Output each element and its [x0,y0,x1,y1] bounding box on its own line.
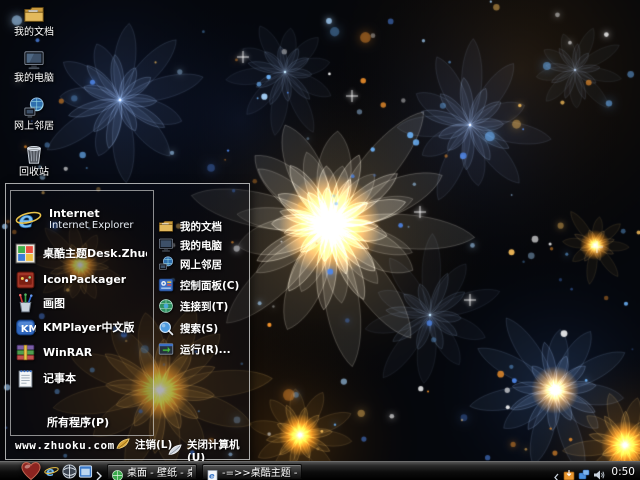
network-status-tray-icon[interactable] [578,466,590,478]
connect-to-icon [158,298,174,314]
my-documents-icon [158,218,174,234]
menu-item-my-computer[interactable]: 我的电脑 [158,236,248,254]
heart-start-icon [17,459,45,480]
menu-item-paint[interactable]: 画图 [15,291,147,315]
menu-item-zhuoku-theme[interactable]: 桌酷主题Desk.ZhuoKu.Com [15,241,147,265]
shut-down-leaf-icon [168,443,183,458]
volume-tray-icon[interactable] [593,466,605,478]
menu-item-control-panel[interactable]: 控制面板(C) [158,276,248,294]
log-off-label: 注销(L) [135,437,172,452]
recycle-bin-icon [23,143,45,165]
task-button-label: -=>>桌酷主题 - Mi... [222,464,297,479]
my-computer-icon [158,237,174,253]
desktop-icon-my-documents[interactable]: 我的文档 [2,3,66,38]
menu-item-internet-explorer[interactable]: e Internet Internet Explorer [15,203,147,235]
quick-launch-globe-icon[interactable] [62,464,77,479]
system-tray: 0:50 [549,462,640,480]
start-menu: e Internet Internet Explorer 桌酷主题Desk.Zh… [5,183,250,460]
shut-down-button[interactable]: 关闭计算机(U) [168,437,249,464]
desktop-icon-label: 我的电脑 [14,73,54,84]
menu-item-label: 控制面板(C) [180,278,239,293]
start-menu-programs-panel: e Internet Internet Explorer 桌酷主题Desk.Zh… [10,190,154,436]
menu-item-notepad[interactable]: 记事本 [15,366,147,390]
quick-launch-internet-explorer[interactable]: e [44,464,59,479]
download-tray-icon[interactable] [563,466,575,478]
menu-item-label: 连接到(T) [180,299,228,314]
menu-item-my-documents[interactable]: 我的文档 [158,217,248,235]
green-globe-icon [112,466,123,477]
menu-item-label: 搜索(S) [180,321,218,336]
zhuoku-watermark: www.zhuoku.com [15,439,115,452]
menu-item-label: 运行(R)... [180,342,231,357]
network-places-icon [23,97,45,119]
kmplayer-icon: KM [15,317,36,338]
task-button-zhuoku-wallpaper-page[interactable]: 桌面 - 壁纸 - 桌酷... [107,464,197,479]
search-icon [158,320,174,336]
svg-text:e: e [18,207,33,233]
desktop-icon-network-places[interactable]: 网上邻居 [2,97,66,132]
menu-item-label: 记事本 [43,370,76,386]
menu-item-label: 网上邻居 [180,257,222,272]
hide-icons-chevron[interactable] [553,467,560,476]
svg-text:e: e [46,464,54,479]
menu-item-label: KMPlayer中文版 [43,319,134,335]
menu-item-search[interactable]: 搜索(S) [158,319,248,337]
control-panel-icon [158,277,174,293]
winrar-icon [15,342,36,363]
desktop-icon-label: 我的文档 [14,27,54,38]
network-places-icon [158,256,174,272]
quick-launch-window-icon[interactable] [78,464,93,479]
desktop: 我的文档 我的电脑 网上邻居 回收站 e [0,0,640,480]
menu-item-label: 我的电脑 [180,238,222,253]
ie-page-icon: e [207,466,218,477]
menu-item-connect-to[interactable]: 连接到(T) [158,297,248,315]
quick-launch-expand-chevron[interactable] [95,466,103,476]
shut-down-label: 关闭计算机(U) [187,437,249,464]
svg-text:KM: KM [21,324,36,335]
menu-item-kmplayer[interactable]: KM KMPlayer中文版 [15,315,147,339]
notepad-icon [15,368,36,389]
paint-icon [15,293,36,314]
menu-item-label: IconPackager [43,273,126,286]
menu-item-label: 画图 [43,295,65,311]
menu-item-label: 桌酷主题Desk.ZhuoKu.Com [43,245,147,261]
log-off-leaf-icon [116,437,131,452]
menu-item-winrar[interactable]: WinRAR [15,340,147,364]
menu-item-label: 我的文档 [180,219,222,234]
svg-text:e: e [209,470,215,480]
desktop-icon-label: 回收站 [19,167,49,178]
iconpackager-icon [15,269,36,290]
task-button-label: 桌面 - 壁纸 - 桌酷... [127,464,192,479]
log-off-button[interactable]: 注销(L) [116,437,172,452]
start-button[interactable] [17,459,45,480]
zhuoku-theme-icon [15,243,36,264]
all-programs-button[interactable]: 所有程序(P) [11,413,153,431]
all-programs-label: 所有程序(P) [47,414,109,430]
menu-item-label: WinRAR [43,346,92,359]
menu-item-subtitle: Internet Explorer [49,220,134,231]
run-icon [158,341,174,357]
menu-item-iconpackager[interactable]: IconPackager [15,267,147,291]
menu-item-network-places[interactable]: 网上邻居 [158,255,248,273]
task-button-zhuoku-theme-window[interactable]: e -=>>桌酷主题 - Mi... [202,464,302,479]
my-computer-icon [23,49,45,71]
taskbar: e 桌面 - 壁纸 - 桌酷... e -=>>桌酷主题 - Mi... [0,461,640,480]
start-menu-places-panel: 我的文档 我的电脑 网上邻居 控制面板(C) [154,184,248,434]
menu-item-run[interactable]: 运行(R)... [158,340,248,358]
desktop-icon-my-computer[interactable]: 我的电脑 [2,49,66,84]
desktop-icon-label: 网上邻居 [14,121,54,132]
internet-explorer-icon: e [15,206,42,233]
start-menu-footer: www.zhuoku.com 注销(L) 关闭计算机(U) [6,434,249,459]
desktop-icon-recycle-bin[interactable]: 回收站 [2,143,66,178]
my-documents-icon [23,3,45,25]
taskbar-clock: 0:50 [611,466,635,478]
menu-item-title: Internet [49,207,134,220]
